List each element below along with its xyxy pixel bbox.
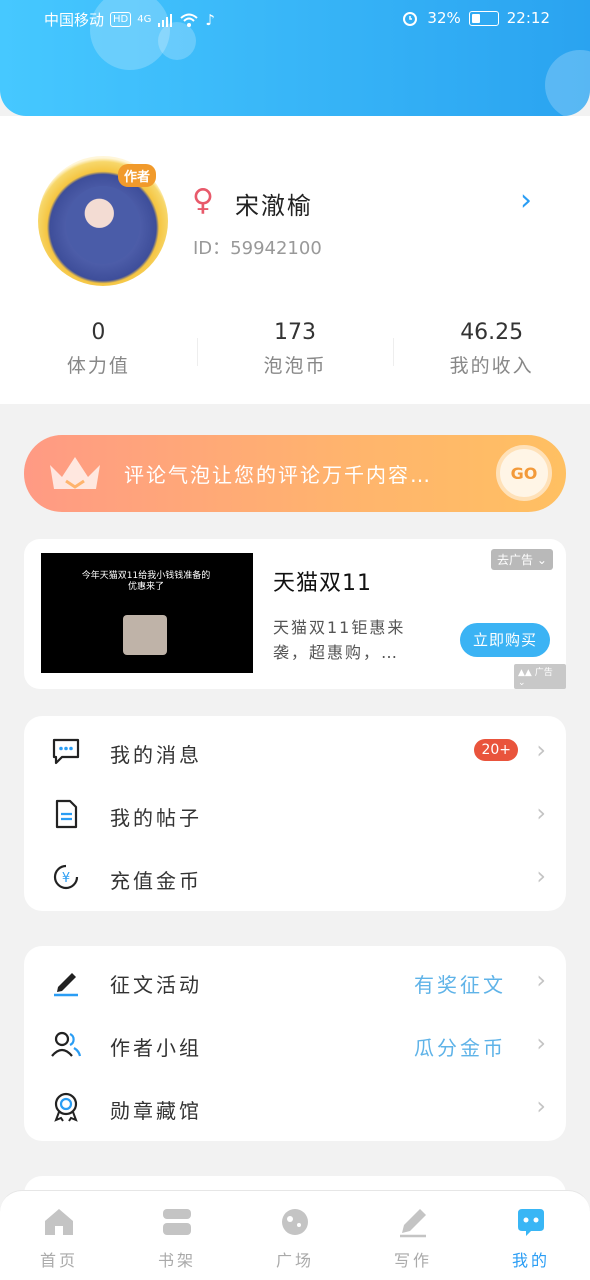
tab-label: 广场 <box>275 1251 314 1270</box>
cat-image <box>123 615 167 655</box>
chevron-right-icon: › <box>536 736 546 764</box>
menu-label: 我的帖子 <box>110 806 202 830</box>
remove-ad-button[interactable]: 去广告 ⌄ <box>491 549 553 570</box>
menu-item-author-group[interactable]: 作者小组 瓜分金币 › <box>24 1012 566 1075</box>
network-label: 4G <box>137 14 152 25</box>
stat-label: 泡泡币 <box>263 355 327 377</box>
menu-item-medal-hall[interactable]: 勋章藏馆 › <box>24 1075 566 1138</box>
ad-card[interactable]: 今年天猫双11给我小钱钱准备的优惠来了 天猫双11 天猫双11钜惠来袭，超惠购，… <box>24 539 566 689</box>
chevron-right-icon: › <box>536 799 546 827</box>
wifi-icon <box>180 13 199 27</box>
menu-label: 我的消息 <box>110 743 202 767</box>
coin-icon: ¥ <box>53 864 79 890</box>
bottom-nav: 首页 书架 广场 写作 我的 <box>0 1190 590 1280</box>
tiktok-icon: ♪ <box>205 10 215 29</box>
decor-bubble <box>545 50 590 116</box>
tab-home[interactable]: 首页 <box>0 1191 118 1280</box>
stat-value: 173 <box>274 320 316 345</box>
menu-label: 征文活动 <box>110 973 202 997</box>
remove-ad-label: 去广告 <box>497 553 534 567</box>
ad-image[interactable]: 今年天猫双11给我小钱钱准备的优惠来了 <box>41 553 253 673</box>
svg-text:¥: ¥ <box>62 871 70 886</box>
menu-item-posts[interactable]: 我的帖子 › <box>24 782 566 845</box>
menu-item-essay-event[interactable]: 征文活动 有奖征文 › <box>24 949 566 1012</box>
author-tag: 作者 <box>118 164 157 187</box>
menu-label: 充值金币 <box>110 869 202 893</box>
user-id: ID：59942100 <box>193 238 322 259</box>
carrier-label: 中国移动 <box>44 11 105 29</box>
promo-text: 评论气泡让您的评论万千内容… <box>124 463 432 487</box>
go-button[interactable]: GO <box>496 445 552 501</box>
avatar[interactable]: 作者 <box>38 156 168 286</box>
alarm-icon <box>403 12 418 26</box>
tab-mine[interactable]: 我的 <box>472 1191 590 1280</box>
tab-bookshelf[interactable]: 书架 <box>118 1191 236 1280</box>
chevron-right-icon[interactable]: › <box>520 186 532 216</box>
stat-income[interactable]: 46.25 我的收入 <box>393 314 590 386</box>
chevron-right-icon: › <box>536 966 546 994</box>
message-icon <box>52 738 80 765</box>
ad-description: 天猫双11钜惠来袭，超惠购，… <box>273 618 406 662</box>
document-icon <box>55 799 78 829</box>
tab-square[interactable]: 广场 <box>236 1191 354 1280</box>
battery-percent: 32% <box>427 9 461 27</box>
stat-bubble-coins[interactable]: 173 泡泡币 <box>196 314 394 386</box>
ad-title: 天猫双11 <box>273 571 372 596</box>
menu-extra: 有奖征文 <box>414 973 506 997</box>
stat-label: 体力值 <box>66 355 130 377</box>
ad-label: ▲▲ 广告 ⌄ <box>514 664 566 689</box>
signal-icon <box>158 13 173 27</box>
avatar-illustration <box>66 186 140 264</box>
buy-now-button[interactable]: 立即购买 <box>460 623 550 657</box>
mine-icon <box>518 1209 544 1236</box>
stat-value: 0 <box>91 320 106 345</box>
promo-banner[interactable]: 评论气泡让您的评论万千内容… GO <box>24 435 566 512</box>
username: 宋澈榆 <box>235 192 313 220</box>
hd-badge: HD <box>110 12 132 27</box>
menu-extra: 瓜分金币 <box>414 1036 506 1060</box>
home-icon <box>45 1209 73 1235</box>
tab-label: 首页 <box>39 1251 78 1270</box>
menu-label: 作者小组 <box>110 1036 202 1060</box>
ad-label-text: 广告 <box>534 668 553 678</box>
menu-item-messages[interactable]: 我的消息 20+ › <box>24 719 566 782</box>
chevron-right-icon: › <box>536 1092 546 1120</box>
stat-label: 我的收入 <box>449 355 534 377</box>
tab-label: 我的 <box>511 1251 550 1270</box>
stat-stamina[interactable]: 0 体力值 <box>0 314 197 386</box>
chevron-right-icon: › <box>536 1029 546 1057</box>
stat-value: 46.25 <box>460 320 524 345</box>
unread-badge: 20+ <box>474 739 518 761</box>
ad-image-caption: 今年天猫双11给我小钱钱准备的优惠来了 <box>81 571 211 592</box>
tab-write[interactable]: 写作 <box>354 1191 472 1280</box>
menu-card-1: 我的消息 20+ › 我的帖子 › ¥ 充值金币 › <box>24 716 566 911</box>
pen-icon <box>400 1209 426 1238</box>
status-bar: 中国移动 HD 4G ♪ 32% 22:12 <box>0 0 590 38</box>
tab-label: 写作 <box>393 1251 432 1270</box>
clock: 22:12 <box>506 9 550 27</box>
profile-card[interactable]: 作者 ♀ 宋澈榆 › ID：59942100 0 体力值 173 泡泡币 46.… <box>0 116 590 404</box>
menu-item-recharge[interactable]: ¥ 充值金币 › <box>24 845 566 908</box>
battery-icon <box>468 10 499 26</box>
menu-card-2: 征文活动 有奖征文 › 作者小组 瓜分金币 › 勋章藏馆 › <box>24 946 566 1141</box>
chevron-right-icon: › <box>536 862 546 890</box>
stats-row: 0 体力值 173 泡泡币 46.25 我的收入 <box>0 314 590 386</box>
planet-icon <box>282 1209 308 1235</box>
bookshelf-icon <box>163 1209 191 1235</box>
female-icon: ♀ <box>192 183 214 218</box>
medal-icon <box>54 1092 78 1122</box>
menu-label: 勋章藏馆 <box>110 1099 202 1123</box>
tab-label: 书架 <box>157 1251 196 1270</box>
group-icon <box>51 1031 82 1057</box>
pencil-icon <box>54 973 78 997</box>
crown-icon <box>50 457 100 489</box>
